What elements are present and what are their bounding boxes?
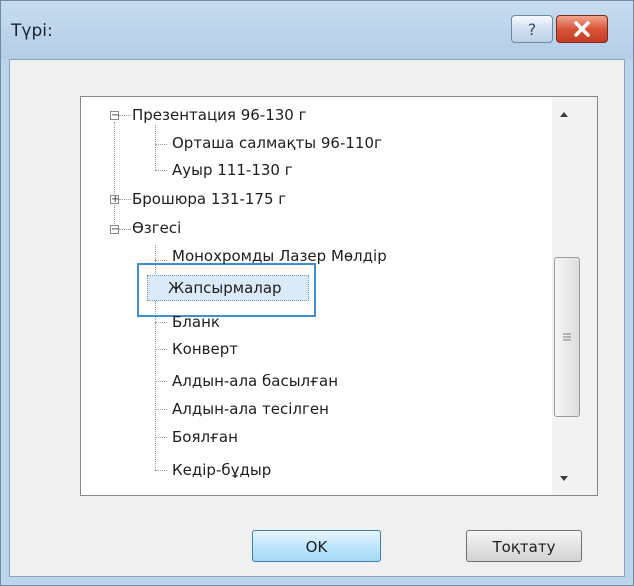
tree-line	[155, 381, 167, 382]
tree-node-mono-laser-transparent[interactable]: Монохромды Лазер Мөлдір	[172, 243, 387, 269]
tree-line	[155, 470, 167, 471]
tree-node-rough[interactable]: Кедір-бұдыр	[172, 457, 271, 483]
expand-toggle[interactable]: +	[110, 194, 120, 205]
tree-node-letterhead[interactable]: Бланк	[172, 309, 220, 335]
tree-line	[155, 322, 167, 323]
tree-node-preprinted[interactable]: Алдын-ала басылған	[172, 368, 338, 394]
tree-node-other[interactable]: Өзгесі	[132, 215, 181, 241]
ok-button[interactable]: OK	[252, 530, 381, 562]
scroll-down-arrow-icon	[560, 476, 568, 481]
tree-line	[155, 125, 156, 170]
tree-node-prepunched[interactable]: Алдын-ала тесілген	[172, 396, 329, 422]
tree-line	[119, 199, 131, 200]
collapse-toggle[interactable]: −	[110, 110, 120, 121]
collapse-icon: −	[111, 110, 120, 121]
tree-node-heavy[interactable]: Ауыр 111-130 г	[172, 157, 293, 183]
tree-line	[119, 229, 131, 230]
tree-node-envelope[interactable]: Конверт	[172, 336, 238, 362]
scroll-up-button[interactable]	[552, 103, 597, 125]
tree-node-brochure[interactable]: Брошюра 131-175 г	[132, 186, 286, 212]
svg-text:?: ?	[528, 20, 537, 39]
collapse-toggle[interactable]: −	[110, 224, 120, 235]
tree-node-colored[interactable]: Боялған	[172, 424, 238, 450]
tree-node-medium-weight[interactable]: Орташа салмақты 96-110г	[172, 130, 382, 156]
tree-line	[114, 122, 115, 234]
scroll-thumb[interactable]	[554, 257, 580, 417]
dialog-title: Түрі:	[11, 21, 53, 41]
close-button[interactable]	[556, 15, 608, 43]
title-bar[interactable]: Түрі: ?	[1, 1, 633, 59]
tree-line	[155, 144, 167, 145]
scroll-grip-icon	[563, 333, 571, 341]
tree-node-labels[interactable]: Жапсырмалар	[168, 275, 282, 301]
tree-line	[119, 115, 131, 116]
tree-line	[155, 349, 167, 350]
expand-icon: +	[111, 194, 120, 205]
help-button[interactable]: ?	[511, 15, 553, 43]
tree-line	[155, 437, 167, 438]
tree-line	[155, 170, 167, 171]
scroll-up-arrow-icon	[560, 112, 568, 117]
tree-node-presentation[interactable]: Презентация 96-130 г	[132, 102, 307, 128]
vertical-scrollbar[interactable]	[552, 97, 597, 495]
tree-line	[155, 409, 167, 410]
scroll-down-button[interactable]	[552, 467, 597, 489]
collapse-icon: −	[111, 224, 120, 235]
tree-line	[155, 260, 167, 261]
cancel-button[interactable]: Тоқтату	[466, 530, 582, 562]
